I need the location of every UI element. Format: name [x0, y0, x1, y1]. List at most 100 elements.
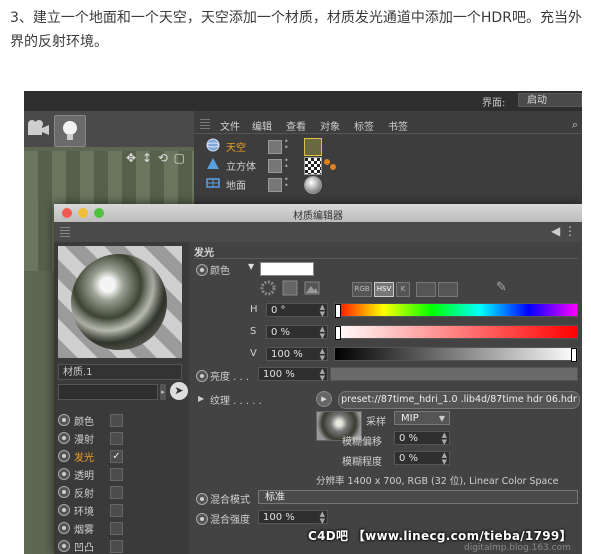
menu-object[interactable]: 对象 — [320, 118, 340, 133]
hsv-mode-button[interactable]: HSV — [374, 282, 394, 297]
radio-icon — [58, 504, 70, 516]
expand-icon[interactable]: ▶ — [198, 394, 204, 403]
channel-diffusion[interactable]: 漫射 — [58, 430, 186, 446]
v-field[interactable]: 100 % ▲ ▼ — [266, 347, 328, 362]
visibility-toggle[interactable] — [268, 140, 282, 154]
link-arrow-icon[interactable]: ▸ — [160, 384, 166, 400]
image-icon[interactable] — [304, 280, 320, 296]
blur-scale-label: 模糊程度 — [342, 457, 382, 468]
window-titlebar[interactable]: 材质编辑器 — [54, 204, 582, 222]
channel-checkbox[interactable] — [110, 522, 123, 535]
mix-mode-label: 混合模式 — [210, 495, 250, 506]
spinner-icon[interactable]: ▲ ▼ — [320, 326, 325, 340]
color-label: 颜色 — [210, 266, 230, 277]
channel-checkbox[interactable] — [110, 468, 123, 481]
radio-icon[interactable] — [196, 493, 208, 505]
slider-handle[interactable] — [571, 348, 577, 362]
search-icon[interactable]: ⌕ — [572, 118, 578, 132]
object-name: 立方体 — [226, 162, 256, 173]
channel-label: 漫射 — [74, 435, 94, 446]
render-dots[interactable]: • • — [284, 138, 289, 152]
spinner-icon[interactable]: ▲ ▼ — [320, 304, 325, 318]
visibility-toggle[interactable] — [268, 178, 282, 192]
channel-checkbox[interactable] — [110, 486, 123, 499]
radio-icon — [58, 468, 70, 480]
mix-mode-dropdown[interactable]: 标准 — [258, 490, 578, 504]
light-button[interactable] — [54, 115, 86, 147]
blur-offset-field[interactable]: 0 % ▲ ▼ — [394, 431, 450, 446]
brightness-field[interactable]: 100 % ▲ ▼ — [258, 367, 328, 382]
spinner-icon[interactable]: ▲ ▼ — [320, 368, 325, 382]
texture-label: 纹理 . . . . . — [210, 396, 262, 407]
channel-checkbox[interactable] — [110, 540, 123, 553]
menu-edit[interactable]: 编辑 — [252, 118, 272, 133]
phong-tag-icon[interactable] — [322, 157, 338, 173]
texture-path-button[interactable]: preset://87time_hdri_1.0 .lib4d/87time h… — [338, 391, 580, 409]
panel-grip-icon[interactable] — [60, 227, 70, 237]
material-ball-icon[interactable] — [304, 176, 322, 194]
channel-transparency[interactable]: 透明 — [58, 466, 186, 482]
channel-fog[interactable]: 烟雾 — [58, 520, 186, 536]
radio-icon[interactable] — [196, 264, 208, 276]
channel-checkbox[interactable] — [110, 432, 123, 445]
window-title: 材质编辑器 — [293, 211, 343, 222]
channel-bump[interactable]: 凹凸 — [58, 538, 186, 554]
channel-checkbox[interactable] — [110, 414, 123, 427]
texture-menu-button[interactable]: ▶ — [316, 391, 332, 407]
layout-select[interactable]: 启动 — [518, 93, 582, 107]
spinner-icon[interactable]: ▲ ▼ — [320, 511, 325, 525]
spinner-icon[interactable]: ▲ ▼ — [442, 432, 447, 446]
chevron-down-icon[interactable]: ▼ — [248, 262, 254, 271]
h-field[interactable]: 0 ° ▲ ▼ — [266, 303, 328, 318]
color-swatch[interactable] — [260, 262, 314, 276]
mix-strength-field[interactable]: 100 % ▲ ▼ — [258, 510, 328, 525]
brightness-slider[interactable] — [330, 367, 578, 381]
camera-icon[interactable] — [26, 119, 50, 139]
color-spectrum-icon[interactable] — [282, 280, 298, 296]
radio-icon[interactable] — [196, 513, 208, 525]
panel-grip-icon[interactable] — [200, 119, 210, 129]
pick-pointer-icon[interactable]: ➤ — [170, 382, 188, 400]
channel-checkbox[interactable]: ✓ — [110, 450, 123, 463]
channel-color[interactable]: 颜色 — [58, 412, 186, 428]
spinner-icon[interactable]: ▲ ▼ — [442, 452, 447, 466]
material-preview[interactable] — [58, 246, 182, 358]
swatches-mode-button[interactable] — [438, 282, 458, 297]
saturation-slider[interactable] — [334, 325, 578, 340]
spinner-icon[interactable]: ▲ ▼ — [320, 348, 325, 362]
h-label: H — [250, 304, 258, 315]
visibility-toggle[interactable] — [268, 159, 282, 173]
blur-scale-field[interactable]: 0 % ▲ ▼ — [394, 451, 450, 466]
menu-bookmarks[interactable]: 书签 — [388, 118, 408, 133]
texture-tag-icon[interactable] — [304, 157, 322, 175]
render-dots[interactable]: • • — [284, 157, 289, 171]
channel-checkbox[interactable] — [110, 504, 123, 517]
channel-reflection[interactable]: 反射 — [58, 484, 186, 500]
material-tag-icon[interactable] — [304, 138, 322, 156]
channel-luminance[interactable]: 发光 ✓ — [58, 448, 186, 464]
s-field[interactable]: 0 % ▲ ▼ — [266, 325, 328, 340]
sampling-dropdown[interactable]: MIP ▼ — [394, 411, 450, 425]
channel-environment[interactable]: 环境 — [58, 502, 186, 518]
eyedropper-icon[interactable]: ✎ — [496, 280, 507, 295]
color-wheel-icon[interactable] — [260, 280, 276, 296]
menu-file[interactable]: 文件 — [220, 118, 240, 133]
back-arrow-icon[interactable]: ◀ ⋮ — [551, 224, 576, 238]
value-slider[interactable] — [334, 347, 578, 362]
hue-slider[interactable] — [334, 303, 578, 318]
menu-view[interactable]: 查看 — [286, 118, 306, 133]
slider-handle[interactable] — [335, 326, 341, 340]
object-row-floor[interactable]: 地面 • • — [194, 175, 582, 194]
rgb-mode-button[interactable]: RGB — [352, 282, 372, 297]
material-name-field[interactable]: 材质.1 — [58, 364, 182, 380]
radio-icon[interactable] — [196, 370, 208, 382]
slider-handle[interactable] — [335, 304, 341, 318]
object-row-sky[interactable]: 天空 • • — [194, 137, 582, 156]
object-row-cube[interactable]: 立方体 • • — [194, 156, 582, 175]
mixer-mode-button[interactable] — [416, 282, 436, 297]
kelvin-mode-button[interactable]: K — [396, 282, 410, 297]
render-dots[interactable]: • • — [284, 176, 289, 190]
material-link-field[interactable] — [58, 384, 158, 400]
menu-tags[interactable]: 标签 — [354, 118, 374, 133]
viewport-nav-icons[interactable]: ✥ ↕ ⟲ ▢ — [126, 151, 186, 165]
